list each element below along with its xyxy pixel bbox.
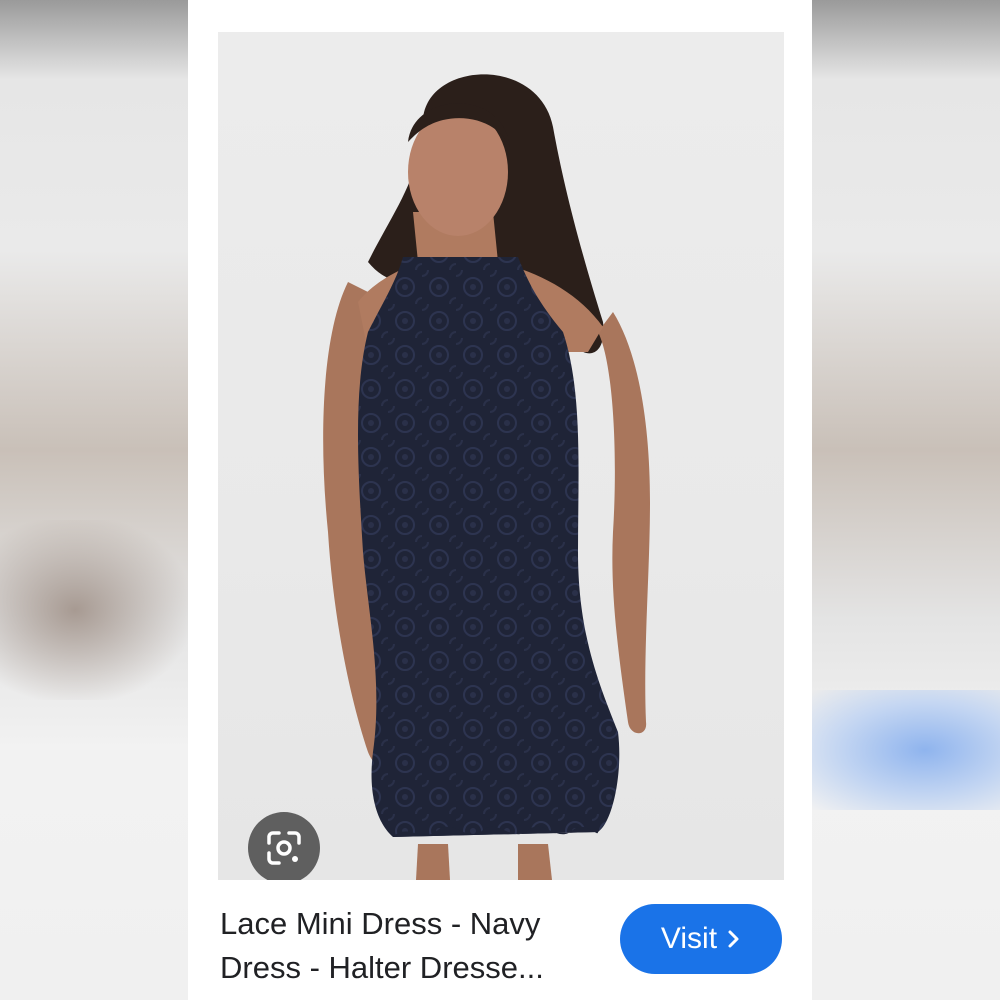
- result-title-line-1: Lace Mini Dress - Navy: [220, 906, 541, 941]
- result-card[interactable]: Lace Mini Dress - Navy Dress - Halter Dr…: [188, 0, 812, 1000]
- lens-search-button[interactable]: [248, 812, 320, 880]
- product-image[interactable]: [218, 32, 784, 880]
- google-lens-icon: [267, 831, 301, 865]
- backdrop-shade-left: [0, 520, 188, 700]
- result-title-line-2: Dress - Halter Dresse...: [220, 950, 544, 985]
- visit-button[interactable]: Visit: [620, 904, 782, 974]
- chevron-right-icon: [728, 930, 739, 948]
- backdrop-tint-right: [812, 690, 1000, 810]
- model-photo: [323, 74, 650, 880]
- visit-button-label: Visit: [660, 922, 718, 955]
- result-title[interactable]: Lace Mini Dress - Navy Dress - Halter Dr…: [220, 902, 600, 990]
